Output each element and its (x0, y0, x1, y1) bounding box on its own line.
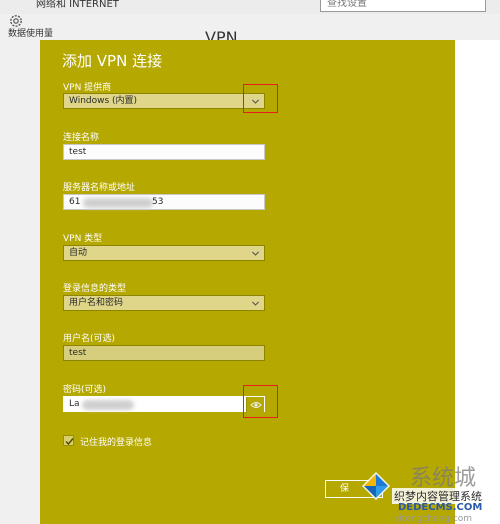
username-value: test (69, 348, 87, 358)
server-input[interactable]: 61 53 (63, 194, 265, 210)
chevron-down-icon (251, 251, 260, 256)
provider-label: VPN 提供商 (63, 83, 112, 93)
highlight-box-dropdown (243, 84, 278, 113)
provider-select[interactable]: Windows (内置) (63, 93, 265, 109)
connection-name-input[interactable]: test (63, 144, 265, 160)
remember-label: 记住我的登录信息 (80, 438, 153, 448)
server-label: 服务器名称或地址 (63, 183, 136, 193)
watermark-line3: xitongcheng.com (394, 514, 472, 524)
server-value-prefix: 61 (69, 197, 81, 207)
add-vpn-dialog: 添加 VPN 连接 VPN 提供商 Windows (内置) 连接名称 test… (40, 40, 455, 524)
highlight-box-reveal (243, 385, 278, 418)
nav-item-data-usage[interactable]: 数据使用量 (8, 26, 53, 39)
settings-search-input[interactable]: 查找设置 (320, 0, 486, 12)
checkmark-icon (65, 438, 74, 446)
remember-checkbox[interactable] (63, 435, 74, 446)
password-label: 密码(可选) (63, 385, 107, 395)
connection-name-label: 连接名称 (63, 133, 100, 143)
username-input[interactable]: test (63, 345, 265, 361)
password-value-prefix: La (69, 399, 80, 409)
username-label: 用户名(可选) (63, 334, 116, 344)
vpn-type-select[interactable]: 自动 (63, 245, 265, 261)
dialog-title: 添加 VPN 连接 (62, 52, 163, 70)
breadcrumb: 网络和 INTERNET (36, 0, 119, 10)
vpn-type-value: 自动 (69, 248, 88, 258)
signin-type-select[interactable]: 用户名和密码 (63, 295, 265, 311)
redaction-blur (83, 198, 153, 208)
watermark-line2: DEDECMS.COM (398, 502, 483, 513)
connection-name-value: test (69, 147, 87, 157)
signin-type-value: 用户名和密码 (69, 298, 124, 308)
signin-type-label: 登录信息的类型 (63, 284, 127, 294)
provider-value: Windows (内置) (69, 96, 138, 106)
server-value-suffix: 53 (152, 197, 164, 207)
password-input[interactable]: La (63, 396, 265, 413)
vpn-type-label: VPN 类型 (63, 234, 103, 244)
settings-content-area (455, 40, 500, 524)
chevron-down-icon (251, 301, 260, 306)
redaction-blur (82, 400, 134, 410)
watermark-logo-icon (362, 472, 390, 500)
